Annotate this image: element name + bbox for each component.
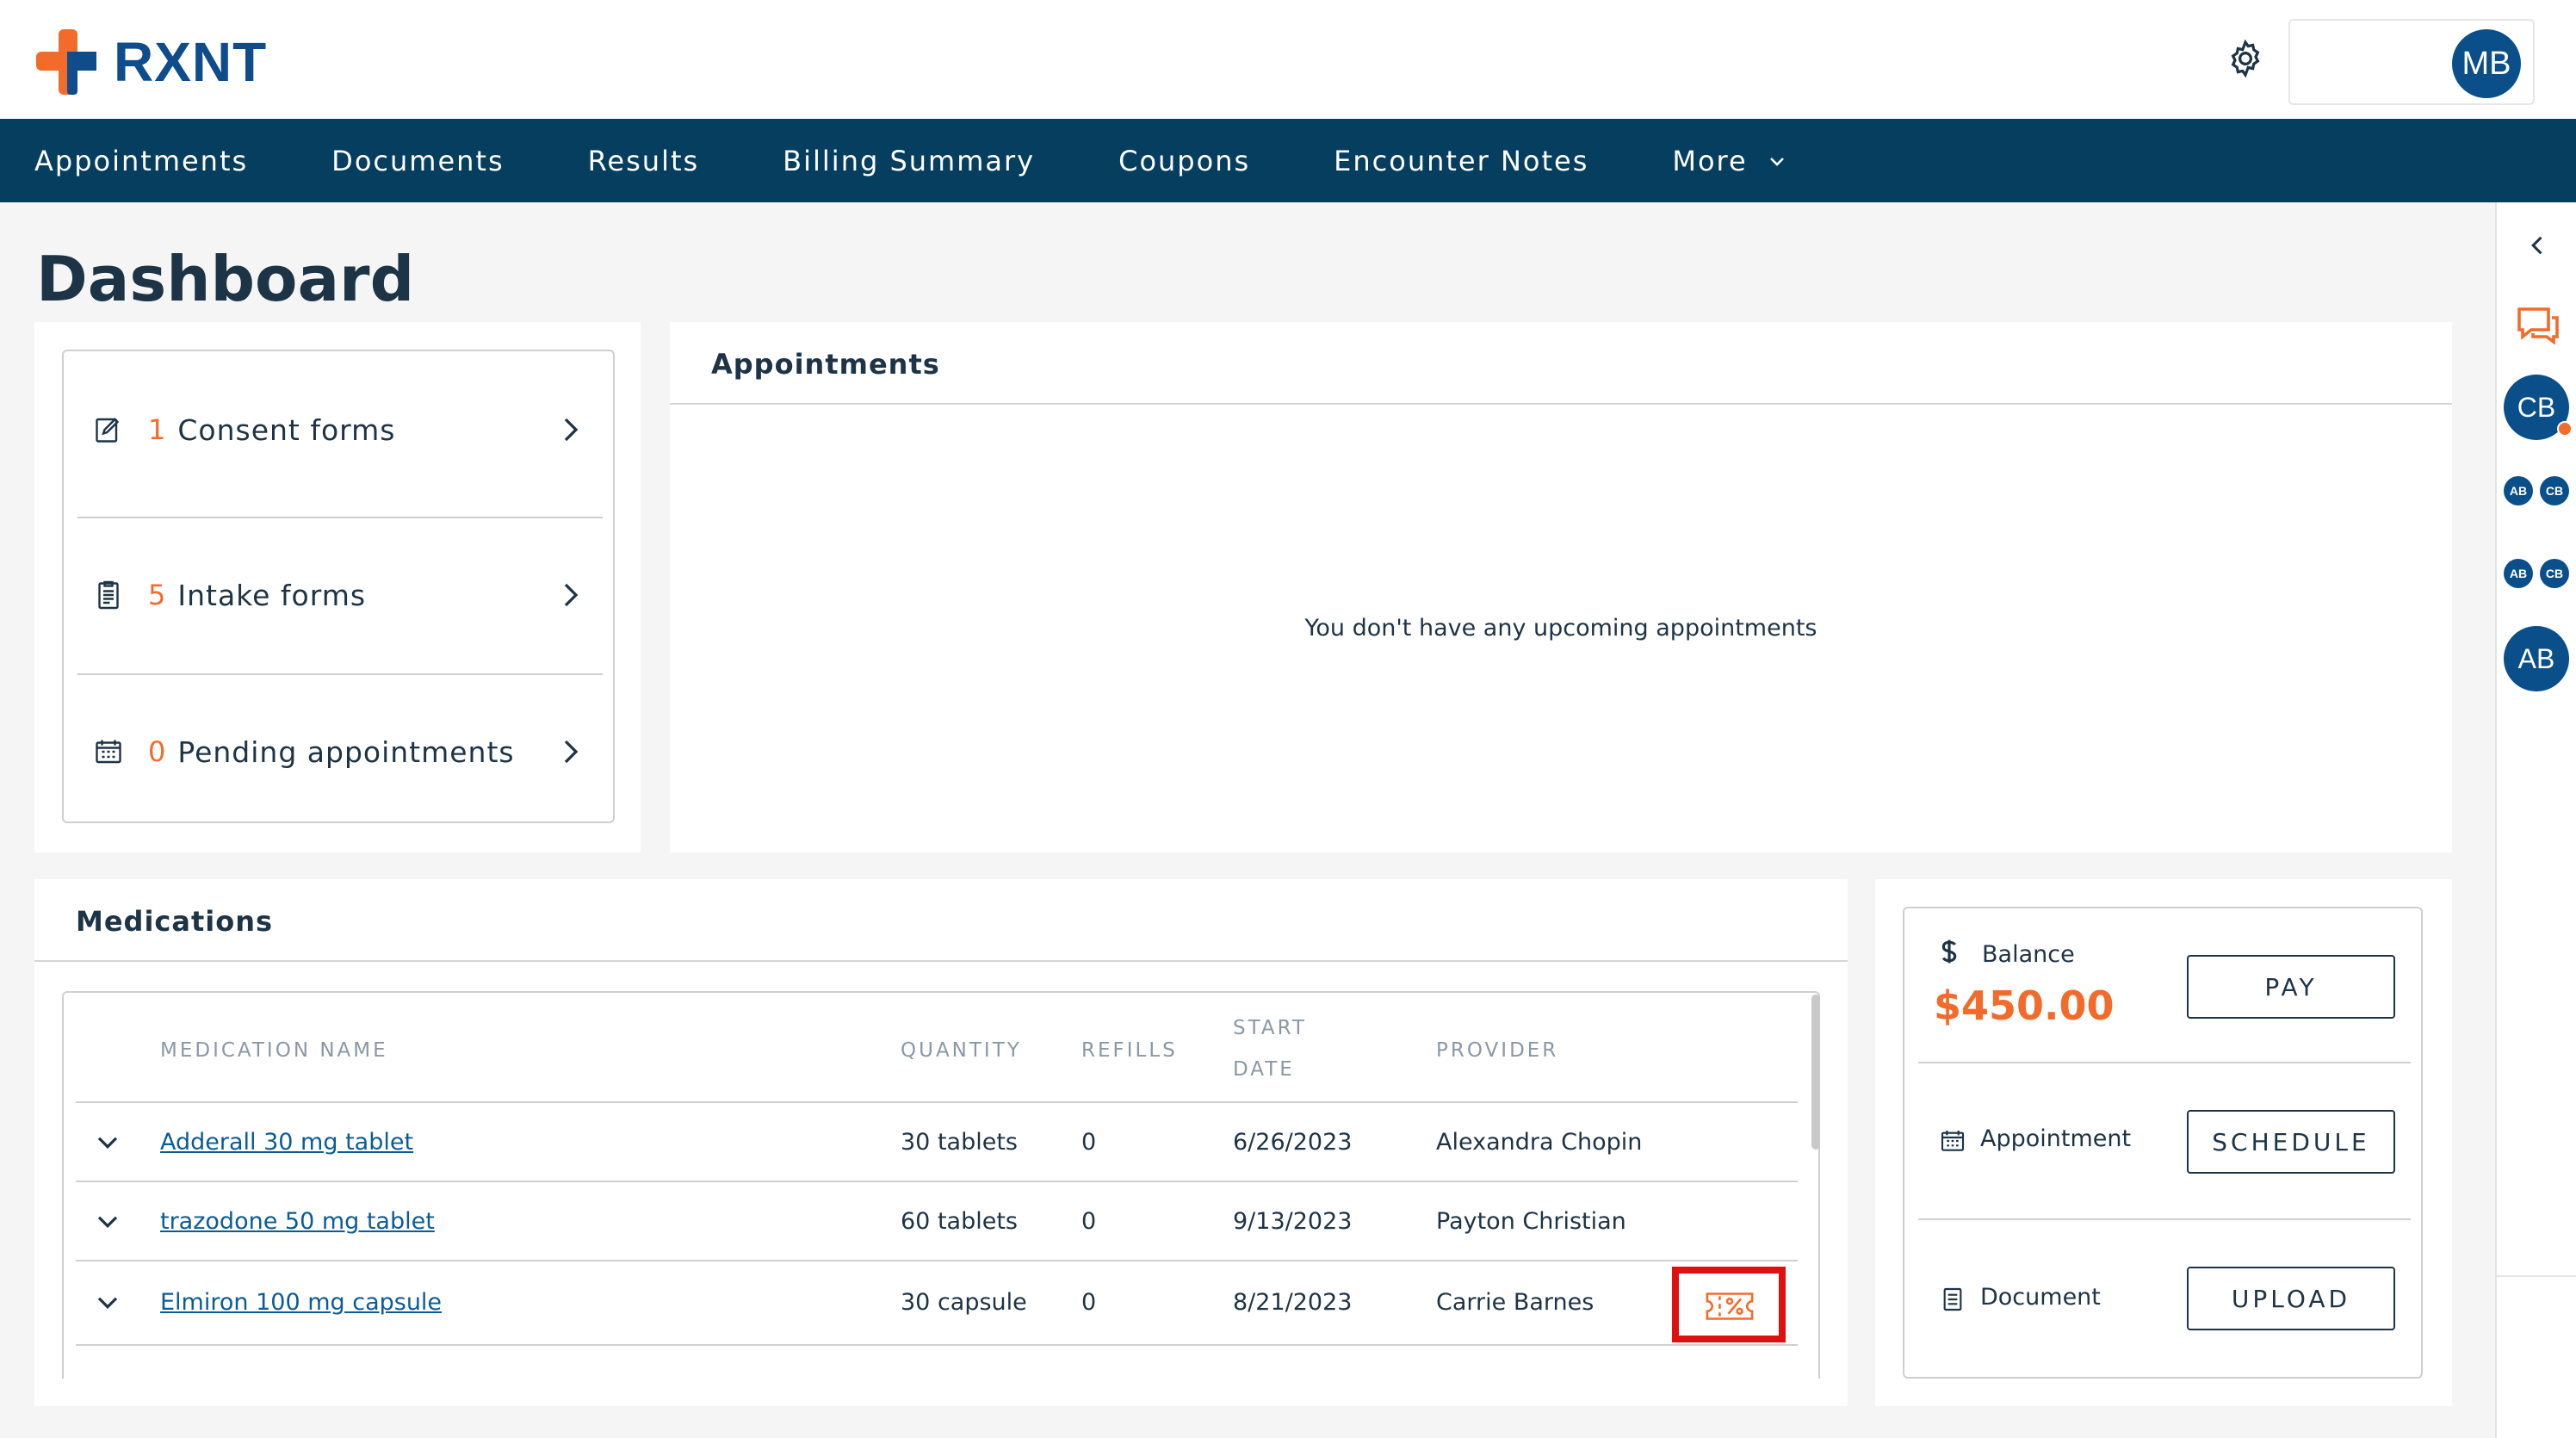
nav-documents[interactable]: Documents [331, 145, 504, 177]
chevron-left-icon[interactable] [2526, 233, 2550, 257]
medication-start-date: 8/21/2023 [1233, 1289, 1353, 1316]
medication-refills: 0 [1081, 1208, 1097, 1235]
chevron-right-icon [564, 583, 579, 607]
medication-refills: 0 [1081, 1289, 1097, 1316]
page-title: Dashboard [36, 243, 415, 315]
billing-divider [1918, 1062, 2411, 1063]
intake-forms-label: Intake forms [177, 578, 367, 612]
consent-forms-count: 1 [148, 413, 166, 446]
brand-name: RXNT [114, 31, 268, 93]
chat-avatar-ab-small[interactable]: AB [2504, 559, 2533, 588]
medication-quantity: 60 tablets [901, 1208, 1018, 1235]
dollar-icon [1941, 939, 1957, 964]
coupon-highlight[interactable] [1672, 1267, 1786, 1342]
upload-button[interactable]: UPLOAD [2187, 1267, 2395, 1330]
table-divider [76, 1344, 1798, 1346]
medication-link[interactable]: Adderall 30 mg tablet [160, 1129, 413, 1156]
table-scrollbar[interactable] [1811, 995, 1820, 1150]
user-menu[interactable]: MB [2288, 19, 2535, 105]
balance-label: Balance [1982, 941, 2075, 968]
intake-forms-count: 5 [148, 579, 166, 611]
settings-gear-icon[interactable] [2225, 38, 2266, 79]
pay-button[interactable]: PAY [2187, 955, 2395, 1019]
expand-chevron-icon[interactable] [95, 1294, 121, 1313]
pending-appointments-count: 0 [148, 735, 166, 768]
table-divider [76, 1101, 1798, 1103]
column-header-medication-name: MEDICATION NAME [160, 1039, 388, 1062]
column-header-provider: PROVIDER [1436, 1039, 1559, 1062]
expand-chevron-icon[interactable] [95, 1134, 121, 1153]
medication-refills: 0 [1081, 1129, 1097, 1156]
forms-list: 1 Consent forms 5 Intake forms 0 Pending… [62, 350, 615, 823]
top-header: RXNT MB [0, 0, 2576, 119]
rail-divider [2497, 1275, 2576, 1277]
consent-forms-row[interactable]: 1 Consent forms [77, 351, 603, 508]
medication-provider: Alexandra Chopin [1436, 1129, 1643, 1156]
calendar-icon [96, 740, 121, 764]
nav-more-label: More [1672, 144, 1748, 177]
right-rail: CB AB CB AB CB AB [2495, 202, 2576, 1438]
consent-form-icon [96, 418, 120, 443]
medication-link[interactable]: Elmiron 100 mg capsule [160, 1289, 442, 1316]
billing-divider [1918, 1218, 2411, 1220]
medication-provider: Carrie Barnes [1436, 1289, 1595, 1316]
table-divider [76, 1181, 1798, 1182]
intake-form-icon [98, 580, 119, 610]
user-avatar[interactable]: MB [2452, 29, 2521, 98]
rxnt-cross-icon [36, 29, 96, 95]
column-header-refills: REFILLS [1081, 1039, 1178, 1062]
main-nav: Appointments Documents Results Billing S… [0, 119, 2576, 202]
chevron-right-icon [564, 740, 579, 764]
medication-quantity: 30 tablets [901, 1129, 1018, 1156]
billing-actions-card: Balance $450.00 PAY Appointment SCHEDULE… [1875, 879, 2452, 1406]
pending-appointments-label: Pending appointments [177, 734, 515, 769]
balance-amount: $450.00 [1934, 982, 2115, 1029]
pending-appointments-row[interactable]: 0 Pending appointments [77, 673, 603, 830]
medications-title: Medications [76, 905, 274, 938]
chat-avatar-ab-small[interactable]: AB [2504, 476, 2533, 505]
document-icon [1943, 1287, 1962, 1311]
nav-billing-summary[interactable]: Billing Summary [783, 145, 1035, 177]
appointments-title: Appointments [711, 348, 940, 381]
chat-icon[interactable] [2514, 304, 2562, 349]
consent-forms-label: Consent forms [177, 412, 396, 447]
nav-encounter-notes[interactable]: Encounter Notes [1334, 145, 1588, 177]
medication-start-date: 9/13/2023 [1233, 1208, 1353, 1235]
appointment-label: Appointment [1980, 1125, 2132, 1152]
document-label: Document [1980, 1284, 2101, 1311]
rxnt-logo[interactable]: RXNT [36, 29, 267, 95]
coupon-icon[interactable] [1705, 1291, 1755, 1322]
column-header-start-date: DATE [1233, 1058, 1295, 1081]
medication-link[interactable]: trazodone 50 mg tablet [160, 1208, 435, 1235]
chevron-right-icon [564, 418, 579, 442]
billing-actions-panel: Balance $450.00 PAY Appointment SCHEDULE… [1903, 907, 2423, 1379]
chevron-down-icon [1769, 157, 1784, 166]
nav-coupons[interactable]: Coupons [1118, 145, 1250, 177]
intake-forms-row[interactable]: 5 Intake forms [77, 517, 603, 673]
medications-table[interactable]: MEDICATION NAME QUANTITY REFILLS START D… [62, 991, 1820, 1379]
column-header-start-date: START [1233, 1017, 1307, 1039]
chat-avatar-ab[interactable]: AB [2504, 626, 2569, 691]
appointments-empty-message: You don't have any upcoming appointments [1304, 615, 1817, 642]
schedule-button[interactable]: SCHEDULE [2187, 1110, 2395, 1174]
nav-appointments[interactable]: Appointments [34, 145, 248, 177]
status-dot [2557, 421, 2573, 437]
forms-card: 1 Consent forms 5 Intake forms 0 Pending… [34, 322, 641, 852]
appointments-card: Appointments You don't have any upcoming… [670, 322, 2452, 852]
calendar-icon [1941, 1131, 1965, 1151]
expand-chevron-icon[interactable] [95, 1213, 121, 1232]
medication-provider: Payton Christian [1436, 1208, 1626, 1235]
table-divider [76, 1260, 1798, 1261]
medications-header: Medications [34, 879, 1848, 962]
medication-quantity: 30 capsule [901, 1289, 1027, 1316]
chat-avatar-cb-small[interactable]: CB [2540, 476, 2569, 505]
column-header-quantity: QUANTITY [901, 1039, 1022, 1062]
medication-start-date: 6/26/2023 [1233, 1129, 1353, 1156]
nav-more[interactable]: More [1672, 145, 1786, 177]
nav-results[interactable]: Results [588, 145, 700, 177]
appointments-header: Appointments [670, 322, 2452, 405]
chat-avatar-cb-small[interactable]: CB [2540, 559, 2569, 588]
